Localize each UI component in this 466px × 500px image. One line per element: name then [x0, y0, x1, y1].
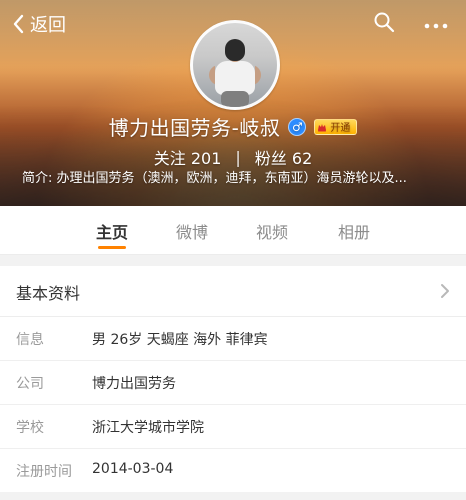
following-stat[interactable]: 关注 201	[154, 145, 222, 169]
chevron-right-icon	[440, 283, 450, 303]
company-row: 公司 博力出国劳务	[0, 361, 466, 405]
avatar-pants	[221, 91, 249, 107]
male-icon: ♂	[288, 117, 307, 136]
chevron-left-icon	[12, 14, 24, 34]
tab-home[interactable]: 主页	[96, 219, 128, 243]
following-label: 关注	[153, 149, 186, 168]
back-button[interactable]: 返回	[12, 10, 66, 38]
tab-videos[interactable]: 视频	[256, 219, 288, 243]
stats-separator: |	[235, 147, 241, 167]
basic-info-card: 基本资料 信息 男 26岁 天蝎座 海外 菲律宾 公司 博力出国劳务 学校 浙江…	[0, 266, 466, 492]
profile-name-row: 博力出国劳务-岐叔 ♂ 开通	[0, 112, 466, 141]
registered-key: 注册时间	[16, 464, 72, 480]
top-actions	[370, 10, 450, 38]
company-value: 博力出国劳务	[92, 376, 176, 392]
more-button[interactable]	[422, 10, 450, 38]
vip-badge[interactable]: 开通	[314, 118, 358, 135]
active-tab-indicator	[98, 246, 126, 249]
info-value: 男 26岁 天蝎座 海外 菲律宾	[92, 332, 268, 348]
vip-label: 开通	[330, 123, 351, 134]
school-value: 浙江大学城市学院	[92, 420, 204, 436]
following-count: 201	[190, 149, 222, 168]
school-key: 学校	[16, 420, 44, 436]
search-button[interactable]	[370, 10, 398, 38]
tab-weibo[interactable]: 微博	[176, 219, 208, 243]
avatar[interactable]	[190, 20, 280, 110]
followers-count: 62	[291, 149, 313, 168]
registered-row: 注册时间 2014-03-04	[0, 449, 466, 492]
followers-stat[interactable]: 粉丝 62	[255, 145, 312, 169]
profile-stats: 关注 201 | 粉丝 62	[0, 145, 466, 169]
avatar-hair	[225, 39, 245, 61]
back-label: 返回	[30, 15, 66, 35]
followers-label: 粉丝	[254, 149, 287, 168]
avatar-arms	[209, 65, 261, 85]
school-row: 学校 浙江大学城市学院	[0, 405, 466, 449]
profile-name: 博力出国劳务-岐叔	[108, 116, 281, 140]
info-row: 信息 男 26岁 天蝎座 海外 菲律宾	[0, 317, 466, 361]
info-key: 信息	[16, 332, 44, 348]
crown-icon	[318, 123, 327, 131]
more-horizontal-icon	[423, 15, 449, 34]
profile-tabs: 主页 微博 视频 相册	[0, 206, 466, 255]
company-key: 公司	[16, 376, 44, 392]
basic-info-title: 基本资料	[16, 284, 81, 303]
tab-albums[interactable]: 相册	[338, 219, 370, 243]
profile-bio[interactable]: 简介: 办理出国劳务（澳洲，欧洲，迪拜，东南亚）海员游轮以及...	[22, 167, 446, 186]
registered-value: 2014-03-04	[92, 461, 174, 477]
search-icon	[373, 11, 395, 37]
basic-info-header[interactable]: 基本资料	[0, 266, 466, 317]
